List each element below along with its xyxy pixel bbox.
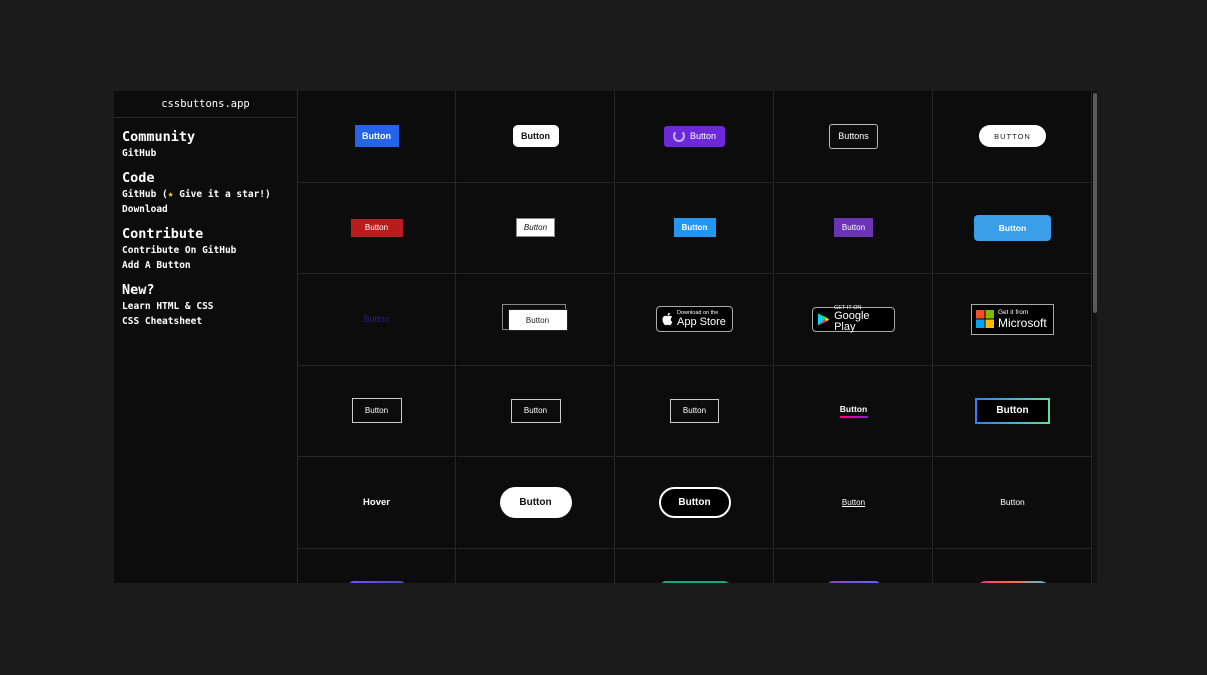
gallery-button[interactable]: Button bbox=[512, 125, 559, 148]
sidebar: cssbuttons.app Community GitHub Code Git… bbox=[114, 91, 298, 583]
google-play-big: Google Play bbox=[834, 310, 870, 333]
new-heading: New? bbox=[122, 282, 155, 298]
gallery-cell: Button bbox=[298, 365, 456, 457]
gallery-cell: BUTTON bbox=[934, 91, 1092, 183]
gallery-cell: Button bbox=[934, 365, 1092, 457]
offset-button-wrap: Button bbox=[501, 304, 570, 334]
gallery-cell: Get it from Microsoft bbox=[934, 274, 1092, 366]
gallery-button-partial[interactable] bbox=[976, 580, 1050, 583]
gallery-button[interactable]: Button bbox=[363, 314, 389, 324]
gallery-button-partial[interactable] bbox=[660, 580, 730, 583]
css-cheatsheet-link[interactable]: CSS Cheatsheet bbox=[122, 314, 289, 329]
gallery-button[interactable]: Buttons bbox=[829, 123, 878, 149]
gallery-button[interactable]: Button bbox=[658, 486, 731, 518]
gallery-cell: Button bbox=[775, 457, 933, 549]
gallery-cell: Buttons bbox=[775, 91, 933, 183]
app-window: cssbuttons.app Community GitHub Code Git… bbox=[114, 91, 1097, 583]
gallery-button-partial[interactable] bbox=[827, 580, 881, 583]
gallery-cell: Button bbox=[775, 182, 933, 274]
gallery-cell: Button bbox=[457, 91, 615, 183]
gallery-cell: Button bbox=[457, 274, 615, 366]
apple-icon bbox=[662, 313, 673, 326]
gallery-cell bbox=[457, 548, 615, 583]
microsoft-big: Microsoft bbox=[998, 315, 1047, 330]
app-store-big: App Store bbox=[677, 315, 726, 328]
scrollbar-thumb[interactable] bbox=[1093, 93, 1097, 313]
gallery-cell: Button bbox=[298, 182, 456, 274]
app-store-text: Download on the App Store bbox=[677, 310, 726, 328]
gallery-cell bbox=[298, 548, 456, 583]
button-gallery: Button Button Button Buttons BUTTON Butt… bbox=[298, 91, 1092, 583]
gallery-button-partial[interactable] bbox=[348, 580, 406, 583]
learn-html-css-link[interactable]: Learn HTML & CSS bbox=[122, 299, 289, 314]
community-section: Community GitHub bbox=[114, 129, 297, 161]
underline-button[interactable]: Button bbox=[839, 403, 868, 418]
gallery-button[interactable]: Button bbox=[670, 398, 719, 423]
google-play-text: GET IT ON Google Play bbox=[834, 305, 890, 334]
gallery-cell: Button bbox=[616, 91, 774, 183]
gallery-cell bbox=[616, 548, 774, 583]
gallery-cell: Button bbox=[298, 274, 456, 366]
gallery-cell: Button bbox=[298, 91, 456, 183]
github-star-suffix: Give it a star!) bbox=[173, 189, 271, 200]
download-link[interactable]: Download bbox=[122, 202, 289, 217]
spinner-icon bbox=[672, 130, 685, 143]
gallery-button[interactable]: BUTTON bbox=[979, 125, 1046, 148]
gradient-border-button[interactable]: Button bbox=[975, 397, 1050, 424]
gallery-button[interactable]: Button bbox=[354, 125, 399, 148]
app-store-button[interactable]: Download on the App Store bbox=[656, 306, 733, 333]
gallery-button[interactable]: Button bbox=[842, 498, 865, 507]
gallery-button[interactable]: Button bbox=[834, 218, 873, 238]
gallery-button[interactable]: Button bbox=[507, 309, 568, 332]
contribute-section: Contribute Contribute On GitHub Add A Bu… bbox=[114, 226, 297, 273]
gallery-cell: Button bbox=[457, 365, 615, 457]
gallery-cell: Button bbox=[775, 365, 933, 457]
gallery-cell: Hover bbox=[298, 457, 456, 549]
gallery-cell bbox=[934, 548, 1092, 583]
gallery-cell bbox=[775, 548, 933, 583]
new-section: New? Learn HTML & CSS CSS Cheatsheet bbox=[114, 282, 297, 329]
microsoft-text: Get it from Microsoft bbox=[998, 309, 1047, 330]
microsoft-logo-icon bbox=[976, 310, 994, 329]
loading-button-label: Button bbox=[689, 131, 717, 142]
gallery-button[interactable]: Button bbox=[974, 214, 1051, 241]
code-heading: Code bbox=[122, 170, 155, 186]
gallery-button[interactable]: Button bbox=[350, 218, 403, 237]
community-heading: Community bbox=[122, 129, 196, 145]
google-play-button[interactable]: GET IT ON Google Play bbox=[812, 305, 895, 334]
gallery-cell: Button bbox=[457, 182, 615, 274]
site-brand[interactable]: cssbuttons.app bbox=[114, 91, 297, 118]
gallery-cell: Download on the App Store bbox=[616, 274, 774, 366]
gallery-cell: Button bbox=[616, 365, 774, 457]
loading-button[interactable]: Button bbox=[664, 125, 725, 147]
underline-button-label: Button bbox=[839, 403, 868, 414]
contribute-heading: Contribute bbox=[122, 226, 204, 242]
hover-button[interactable]: Hover bbox=[363, 497, 390, 508]
contribute-github-link[interactable]: Contribute On GitHub bbox=[122, 243, 289, 258]
gallery-cell: Button bbox=[934, 457, 1092, 549]
gallery-button[interactable]: Button bbox=[510, 398, 561, 423]
gallery-cell: Button bbox=[934, 182, 1092, 274]
scrollbar[interactable] bbox=[1093, 91, 1097, 583]
microsoft-store-button[interactable]: Get it from Microsoft bbox=[971, 303, 1054, 335]
gallery-button[interactable]: Button bbox=[499, 486, 572, 518]
github-star-prefix: GitHub ( bbox=[122, 189, 168, 200]
gallery-button[interactable]: Button bbox=[1000, 497, 1025, 507]
gradient-underline bbox=[839, 415, 868, 418]
google-play-icon bbox=[817, 313, 830, 326]
github-star-link[interactable]: GitHub (★ Give it a star!) bbox=[122, 187, 289, 202]
gallery-button[interactable]: Button bbox=[516, 218, 555, 238]
gallery-button[interactable]: Button bbox=[351, 398, 402, 424]
github-link[interactable]: GitHub bbox=[122, 146, 289, 161]
gallery-button[interactable]: Button bbox=[673, 218, 716, 238]
add-button-link[interactable]: Add A Button bbox=[122, 258, 289, 273]
gallery-cell: Button bbox=[457, 457, 615, 549]
gallery-cell: GET IT ON Google Play bbox=[775, 274, 933, 366]
code-section: Code GitHub (★ Give it a star!) Download bbox=[114, 170, 297, 217]
gallery-cell: Button bbox=[616, 182, 774, 274]
gallery-cell: Button bbox=[616, 457, 774, 549]
